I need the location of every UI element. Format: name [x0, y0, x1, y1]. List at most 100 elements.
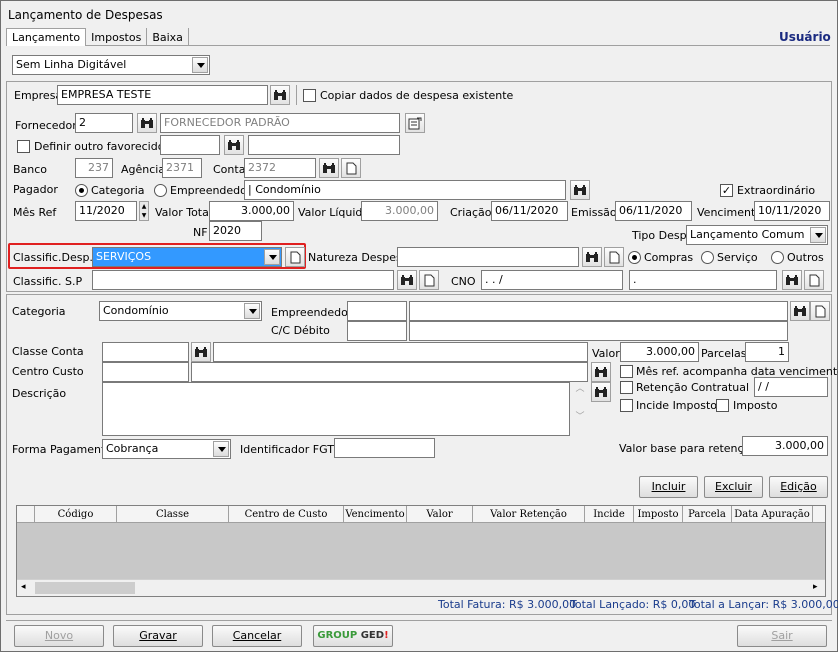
fornecedor-details-button[interactable] — [405, 113, 425, 133]
valor-field[interactable]: 3.000,00 — [620, 342, 699, 362]
mes-ref-field[interactable]: 11/2020 — [75, 201, 137, 221]
tab-impostos[interactable]: Impostos — [86, 28, 148, 45]
payee-name-field[interactable] — [248, 135, 400, 155]
natureza-new-button[interactable] — [604, 247, 624, 267]
payee-code-field[interactable] — [160, 135, 220, 155]
classe-conta-code-field[interactable] — [102, 342, 189, 362]
conta-search-button[interactable] — [319, 158, 339, 178]
descricao-textarea[interactable] — [102, 382, 570, 436]
cno-field[interactable]: . . / — [481, 270, 623, 290]
ged-button[interactable]: GROUP GED! — [313, 625, 393, 647]
categoria-select[interactable]: Condomínio — [99, 301, 262, 321]
vencimento-field[interactable]: 10/11/2020 — [754, 201, 830, 221]
gravar-button[interactable]: Gravar — [113, 625, 203, 647]
grid-col-centro-custo[interactable]: Centro de Custo — [229, 506, 344, 523]
natureza-search-button[interactable] — [582, 247, 602, 267]
tab-lancamento[interactable]: Lançamento — [6, 28, 87, 46]
cc-debito-name-field[interactable] — [409, 321, 788, 341]
fgts-field[interactable] — [334, 438, 435, 458]
classif-sp-search-button[interactable] — [397, 270, 417, 290]
extraordinario-checkbox[interactable]: ✓ — [720, 184, 733, 197]
empreendedor-name-field[interactable] — [409, 301, 788, 321]
cno-name-field[interactable]: . — [629, 270, 777, 290]
natureza-field[interactable] — [397, 247, 579, 267]
conta-new-button[interactable] — [341, 158, 361, 178]
fornecedor-code-field[interactable]: 2 — [75, 113, 133, 133]
classif-desp-select[interactable]: SERVIÇOS — [92, 247, 282, 267]
servico-radio[interactable] — [701, 251, 714, 264]
cno-new-button[interactable] — [804, 270, 824, 290]
compras-radio[interactable] — [628, 251, 641, 264]
cancelar-button[interactable]: Cancelar — [212, 625, 302, 647]
grid-col-vencimento[interactable]: Vencimento — [344, 506, 407, 523]
grid-col-parcela[interactable]: Parcela — [683, 506, 732, 523]
valor-base-field[interactable]: 3.000,00 — [742, 436, 828, 456]
payee-search-button[interactable] — [224, 135, 244, 155]
pagador-categoria-radio[interactable] — [75, 184, 88, 197]
retencao-date-field[interactable]: / / — [754, 377, 828, 397]
banco-field[interactable]: 237 — [75, 158, 113, 178]
tab-baixa[interactable]: Baixa — [147, 28, 189, 45]
agencia-field[interactable]: 2371 — [162, 158, 202, 178]
novo-button[interactable]: Novo — [14, 625, 104, 647]
incluir-button[interactable]: Incluir — [639, 476, 698, 498]
edicao-button[interactable]: Edição — [769, 476, 828, 498]
cc-debito-code-field[interactable] — [347, 321, 407, 341]
scroll-left-icon[interactable]: ◂ — [21, 582, 26, 592]
empresa-field[interactable]: EMPRESA TESTE — [57, 85, 268, 105]
classe-conta-search-button[interactable] — [191, 342, 211, 362]
copy-expense-checkbox[interactable] — [303, 89, 316, 102]
grid-col-imposto[interactable]: Imposto — [634, 506, 683, 523]
entries-grid[interactable]: Código Classe Centro de Custo Vencimento… — [16, 505, 826, 597]
scroll-thumb[interactable] — [35, 582, 135, 594]
classif-sp-new-button[interactable] — [419, 270, 439, 290]
parcelas-field[interactable]: 1 — [745, 342, 789, 362]
centro-custo-name-field[interactable] — [191, 362, 588, 382]
grid-col-data-apuracao[interactable]: Data Apuração — [732, 506, 813, 523]
grid-col-valor[interactable]: Valor — [407, 506, 473, 523]
pagador-search-button[interactable] — [570, 180, 590, 200]
grid-col-codigo[interactable]: Código — [35, 506, 117, 523]
retencao-checkbox[interactable] — [620, 381, 633, 394]
descricao-search-button[interactable] — [591, 382, 611, 402]
valor-liquido-field[interactable]: 3.000,00 — [361, 201, 438, 221]
excluir-button[interactable]: Excluir — [704, 476, 763, 498]
classif-sp-field[interactable] — [92, 270, 394, 290]
classif-new-button[interactable] — [285, 247, 305, 267]
conta-field[interactable]: 2372 — [244, 158, 316, 178]
centro-custo-code-field[interactable] — [102, 362, 189, 382]
criacao-field[interactable]: 06/11/2020 — [491, 201, 568, 221]
tab-bar: Lançamento Impostos Baixa — [6, 28, 830, 46]
pagador-empreendedor-radio[interactable] — [154, 184, 167, 197]
grid-col-valor-retencao[interactable]: Valor Retenção — [473, 506, 585, 523]
descricao-scrollbar[interactable]: ︿ ﹀ — [572, 382, 588, 436]
grid-col-incide[interactable]: Incide — [585, 506, 634, 523]
tipo-desp-select[interactable]: Lançamento Comum — [686, 225, 828, 245]
empreendedor-new-button[interactable] — [810, 301, 830, 321]
sair-button[interactable]: Sair — [737, 625, 827, 647]
fornecedor-label: Fornecedor — [15, 119, 77, 132]
other-payee-checkbox[interactable] — [17, 140, 30, 153]
mes-ref-venc-checkbox[interactable] — [620, 365, 633, 378]
pagador-field[interactable]: | Condomínio — [244, 180, 566, 200]
outros-radio[interactable] — [771, 251, 784, 264]
scroll-right-icon[interactable]: ▸ — [813, 582, 818, 592]
empresa-search-button[interactable] — [270, 85, 290, 105]
forma-pagamento-select[interactable]: Cobrança — [102, 439, 231, 459]
grid-col-classe[interactable]: Classe — [117, 506, 229, 523]
emissao-field[interactable]: 06/11/2020 — [615, 201, 692, 221]
fornecedor-name-field[interactable]: FORNECEDOR PADRÃO — [160, 113, 400, 133]
empreendedor-search-button[interactable] — [790, 301, 810, 321]
classe-conta-name-field[interactable] — [213, 342, 588, 362]
imposto-checkbox[interactable] — [716, 399, 729, 412]
nf-field[interactable]: 2020 — [209, 221, 262, 241]
fornecedor-search-button[interactable] — [137, 113, 157, 133]
valor-total-field[interactable]: 3.000,00 — [209, 201, 294, 221]
line-type-select[interactable]: Sem Linha Digitável — [12, 55, 210, 75]
incide-imposto-checkbox[interactable] — [620, 399, 633, 412]
grid-horizontal-scrollbar[interactable]: ◂ ▸ — [17, 579, 825, 596]
empreendedor-code-field[interactable] — [347, 301, 407, 321]
mes-ref-spinner[interactable]: ▲ ▼ — [139, 201, 149, 221]
centro-custo-search-button[interactable] — [591, 362, 611, 382]
cno-search-button[interactable] — [782, 270, 802, 290]
